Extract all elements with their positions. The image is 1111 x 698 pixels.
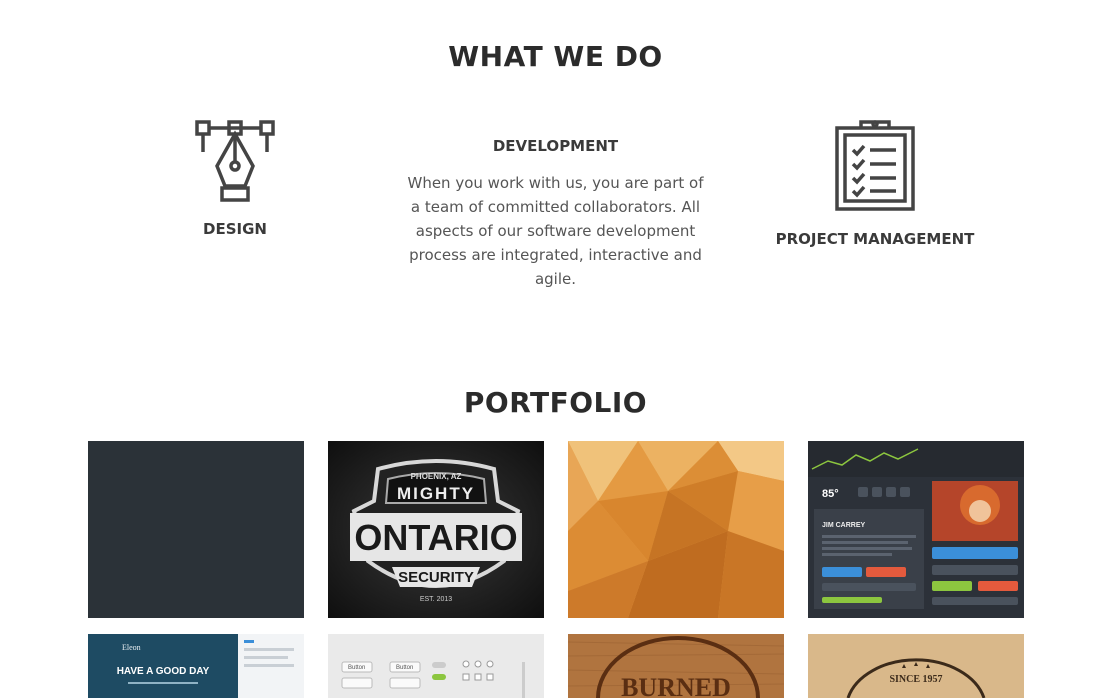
service-design-title: DESIGN <box>203 220 267 238</box>
portfolio-item-orange-polygon[interactable] <box>568 441 784 618</box>
website-brand: Eleon <box>122 643 141 652</box>
service-development-title: DEVELOPMENT <box>492 137 619 155</box>
portfolio-item-vintage-badge[interactable]: SINCE 1957 <box>808 634 1024 698</box>
ontario-top-text: PHOENIX, AZ <box>411 472 462 481</box>
portfolio-item-ui-kit[interactable]: Button Button <box>328 634 544 698</box>
ontario-line4: EST. 2013 <box>420 596 452 603</box>
uikit-button-label-1: Button <box>348 665 365 671</box>
website-headline: HAVE A GOOD DAY <box>117 666 210 677</box>
uikit-button-label-2: Button <box>396 665 413 671</box>
service-project-management-title: PROJECT MANAGEMENT <box>775 230 975 248</box>
portfolio-item-dark[interactable] <box>88 441 304 618</box>
service-development-description: When you work with us, you are part of a… <box>407 174 704 288</box>
service-project-management: PROJECT MANAGEMENT <box>765 118 985 248</box>
dashboard-person: JIM CARREY <box>822 522 866 529</box>
service-development: DEVELOPMENT When you work with us, you a… <box>405 137 706 291</box>
portfolio-item-website[interactable]: Eleon HAVE A GOOD DAY <box>88 634 304 698</box>
ontario-line2: ONTARIO <box>354 517 517 558</box>
pen-tool-icon <box>135 118 335 204</box>
clipboard-checklist-icon <box>765 118 985 212</box>
portfolio-item-burned-stamp[interactable]: BURNED <box>568 634 784 698</box>
ontario-line3: SECURITY <box>398 569 474 586</box>
ontario-line1: MIGHTY <box>397 484 475 503</box>
service-design: DESIGN <box>135 118 335 238</box>
portfolio-item-ontario[interactable]: PHOENIX, AZ MIGHTY ONTARIO SECURITY EST.… <box>328 441 544 618</box>
burned-text: BURNED <box>621 673 731 698</box>
vintage-badge-text: SINCE 1957 <box>889 674 942 685</box>
portfolio-item-dashboard[interactable]: 85° JIM CARREY <box>808 441 1024 618</box>
dashboard-weather: 85° <box>822 488 839 500</box>
what-we-do-heading: WHAT WE DO <box>448 40 663 73</box>
portfolio-heading: PORTFOLIO <box>463 386 648 419</box>
